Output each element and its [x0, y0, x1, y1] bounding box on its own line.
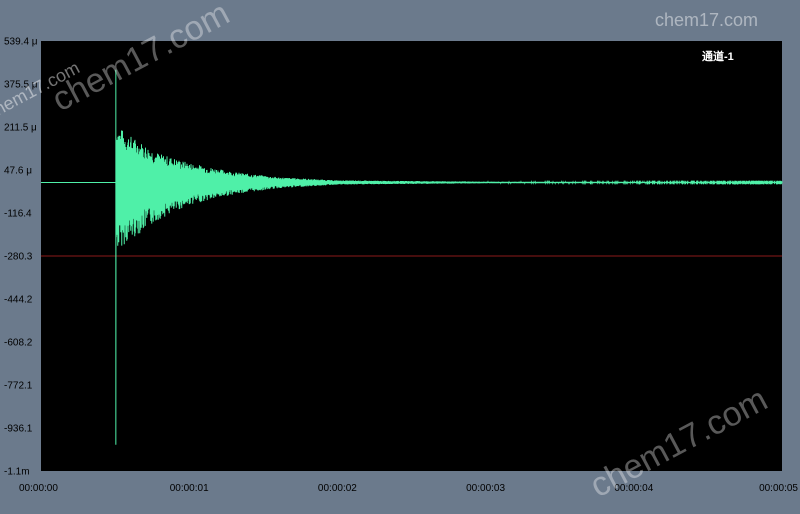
y-tick-label: 47.6 μ: [4, 166, 32, 177]
waveform-chart: 539.4 μ375.5 μ211.5 μ47.6 μ-116.4-280.3-…: [0, 0, 798, 505]
y-tick-label: -116.4: [4, 209, 32, 220]
y-tick-label: -280.3: [4, 252, 33, 263]
x-tick-label: 00:00:02: [318, 483, 357, 494]
x-tick-label: 00:00:00: [19, 483, 58, 494]
y-tick-label: -936.1: [4, 424, 33, 435]
y-tick-label: -608.2: [4, 338, 33, 349]
x-tick-label: 00:00:03: [466, 483, 505, 494]
x-tick-label: 00:00:05: [759, 483, 798, 494]
y-tick-label: -772.1: [4, 381, 33, 392]
y-tick-label: 211.5 μ: [4, 123, 37, 134]
y-tick-label: -1.1m: [4, 467, 30, 478]
channel-label: 通道-1: [702, 49, 734, 63]
y-tick-label: -444.2: [4, 295, 33, 306]
y-tick-label: 539.4 μ: [4, 37, 38, 48]
watermark-top-right: chem17.com: [655, 10, 758, 30]
x-tick-label: 00:00:01: [170, 483, 209, 494]
